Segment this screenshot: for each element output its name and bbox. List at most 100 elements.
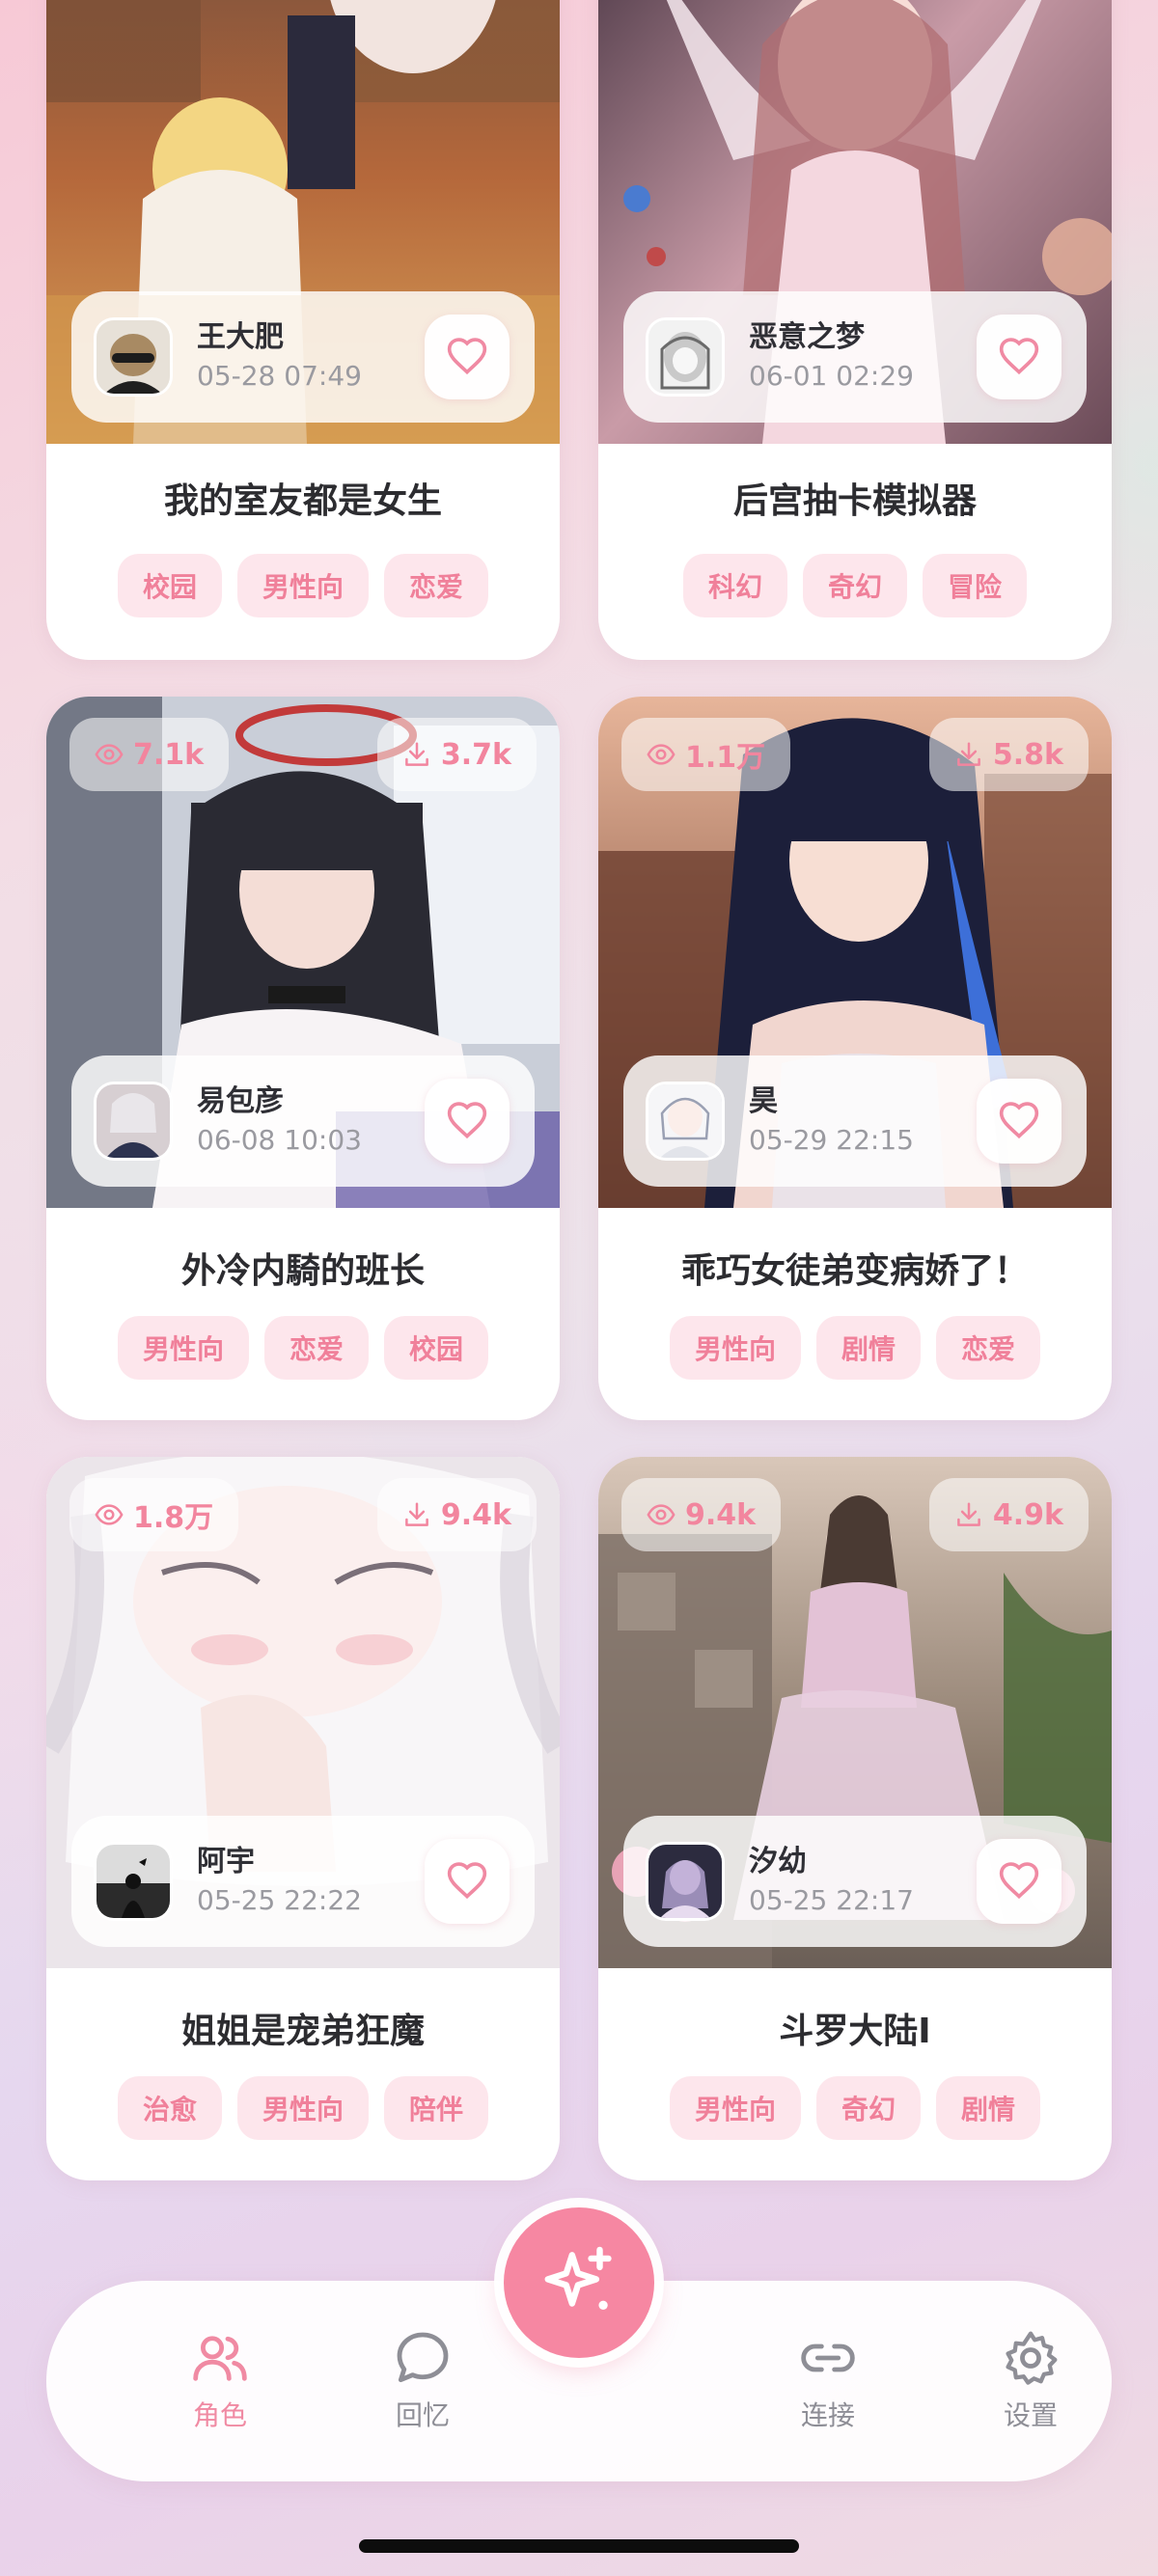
heart-icon	[447, 1102, 487, 1139]
download-count-value: 5.8k	[992, 737, 1063, 772]
card-title: 外冷内騎的班长	[180, 1251, 425, 1291]
tag[interactable]: 冒险	[923, 554, 1028, 617]
author-avatar[interactable]	[96, 320, 170, 394]
view-count-value: 1.8万	[133, 1501, 214, 1535]
link-icon	[801, 2343, 855, 2372]
nav-tab-characters[interactable]: 角色	[152, 2327, 288, 2433]
character-card-grid: 王大肥 05-28 07:49 我的室友都是女生 校园 男性向 恋爱 恶意之梦 …	[46, 0, 1112, 2190]
author-avatar[interactable]	[648, 1084, 722, 1158]
view-count: 7.1k	[69, 718, 230, 791]
view-count-value: 9.4k	[685, 1497, 757, 1532]
character-card[interactable]: 1.1万 5.8k 昊 05-29 22:15 乖巧女徒弟变病娇了！ 男性向 剧…	[598, 697, 1112, 1420]
heart-icon	[999, 1862, 1039, 1900]
users-icon	[193, 2336, 247, 2381]
author-meta: 恶意之梦 06-01 02:29	[749, 318, 977, 396]
heart-icon	[999, 338, 1039, 375]
author-avatar[interactable]	[648, 320, 722, 394]
tag-list: 治愈 男性向 陪伴	[46, 2076, 560, 2140]
nav-label: 设置	[1003, 2399, 1058, 2431]
download-count: 9.4k	[376, 1478, 537, 1551]
character-card[interactable]: 王大肥 05-28 07:49 我的室友都是女生 校园 男性向 恋爱	[46, 0, 560, 660]
eye-icon	[647, 1504, 676, 1525]
author-bar: 易包彦 06-08 10:03	[71, 1055, 535, 1187]
character-card[interactable]: 7.1k 3.7k 易包彦 06-08 10:03 外冷内騎的班长 男性向 恋爱…	[46, 697, 560, 1420]
like-button[interactable]	[425, 1839, 510, 1924]
view-count-value: 7.1k	[133, 737, 205, 772]
download-count: 3.7k	[376, 718, 537, 791]
tag[interactable]: 恋爱	[936, 1316, 1041, 1380]
author-avatar[interactable]	[648, 1845, 722, 1918]
download-icon	[957, 1502, 980, 1526]
card-title: 我的室友都是女生	[163, 481, 442, 521]
tag[interactable]: 校园	[117, 554, 222, 617]
eye-icon	[95, 1504, 124, 1525]
view-count: 1.8万	[69, 1478, 239, 1551]
heart-icon	[447, 338, 487, 375]
card-title: 乖巧女徒弟变病娇了！	[680, 1251, 1029, 1291]
download-count: 4.9k	[928, 1478, 1089, 1551]
like-button[interactable]	[425, 1079, 510, 1164]
tag[interactable]: 男性向	[117, 1316, 249, 1380]
tag-list: 科幻 奇幻 冒险	[598, 554, 1112, 617]
author-avatar[interactable]	[96, 1845, 170, 1918]
author-bar: 阿宇 05-25 22:22	[71, 1816, 535, 1947]
character-card[interactable]: 1.8万 9.4k 阿宇 05-25 22:22 姐姐是宠弟狂魔 治愈 男性向 …	[46, 1457, 560, 2180]
eye-icon	[647, 744, 676, 765]
tag[interactable]: 男性向	[669, 1316, 801, 1380]
nav-tab-connect[interactable]: 连接	[760, 2327, 896, 2433]
home-indicator	[359, 2539, 799, 2553]
sparkle-icon	[544, 2246, 612, 2310]
download-icon	[405, 1502, 428, 1526]
author-name: 王大肥	[197, 320, 284, 354]
author-bar: 王大肥 05-28 07:49	[71, 291, 535, 423]
like-button[interactable]	[977, 315, 1062, 399]
tag[interactable]: 奇幻	[815, 2076, 921, 2140]
heart-icon	[447, 1862, 487, 1900]
author-meta: 易包彦 06-08 10:03	[197, 1082, 425, 1160]
tag[interactable]: 剧情	[936, 2076, 1041, 2140]
like-button[interactable]	[977, 1839, 1062, 1924]
eye-icon	[95, 744, 124, 765]
view-count: 1.1万	[621, 718, 791, 791]
create-character-button[interactable]	[504, 2207, 654, 2358]
tag[interactable]: 奇幻	[802, 554, 907, 617]
nav-label: 回忆	[395, 2399, 450, 2431]
author-bar: 汐幼 05-25 22:17	[623, 1816, 1087, 1947]
author-meta: 阿宇 05-25 22:22	[197, 1843, 425, 1920]
author-avatar[interactable]	[96, 1084, 170, 1158]
card-title: 姐姐是宠弟狂魔	[180, 2012, 425, 2051]
card-title: 后宫抽卡模拟器	[732, 481, 977, 521]
author-meta: 王大肥 05-28 07:49	[197, 318, 425, 396]
post-time: 05-29 22:15	[749, 1124, 914, 1156]
author-meta: 昊 05-29 22:15	[749, 1082, 977, 1160]
tag[interactable]: 男性向	[669, 2076, 801, 2140]
post-time: 05-25 22:17	[749, 1884, 914, 1916]
tag[interactable]: 恋爱	[384, 554, 489, 617]
view-count: 9.4k	[621, 1478, 782, 1551]
download-count-value: 9.4k	[440, 1497, 511, 1532]
tag[interactable]: 科幻	[682, 554, 787, 617]
heart-icon	[999, 1102, 1039, 1139]
author-name: 昊	[749, 1084, 778, 1118]
download-icon	[405, 742, 428, 766]
post-time: 06-08 10:03	[197, 1124, 362, 1156]
tag-list: 男性向 奇幻 剧情	[598, 2076, 1112, 2140]
like-button[interactable]	[977, 1079, 1062, 1164]
post-time: 06-01 02:29	[749, 360, 914, 392]
author-bar: 昊 05-29 22:15	[623, 1055, 1087, 1187]
tag[interactable]: 男性向	[236, 2076, 369, 2140]
nav-tab-memories[interactable]: 回忆	[355, 2327, 490, 2433]
character-card[interactable]: 9.4k 4.9k 汐幼 05-25 22:17 斗罗大陆Ⅰ 男性向 奇幻 剧情	[598, 1457, 1112, 2180]
tag[interactable]: 校园	[384, 1316, 489, 1380]
like-button[interactable]	[425, 315, 510, 399]
nav-tab-settings[interactable]: 设置	[963, 2327, 1098, 2433]
author-name: 易包彦	[197, 1084, 284, 1118]
tag[interactable]: 剧情	[815, 1316, 921, 1380]
character-card[interactable]: 恶意之梦 06-01 02:29 后宫抽卡模拟器 科幻 奇幻 冒险	[598, 0, 1112, 660]
tag[interactable]: 陪伴	[384, 2076, 489, 2140]
author-bar: 恶意之梦 06-01 02:29	[623, 291, 1087, 423]
tag[interactable]: 恋爱	[263, 1316, 369, 1380]
tag[interactable]: 男性向	[236, 554, 369, 617]
tag[interactable]: 治愈	[117, 2076, 222, 2140]
card-title: 斗罗大陆Ⅰ	[779, 2012, 931, 2051]
